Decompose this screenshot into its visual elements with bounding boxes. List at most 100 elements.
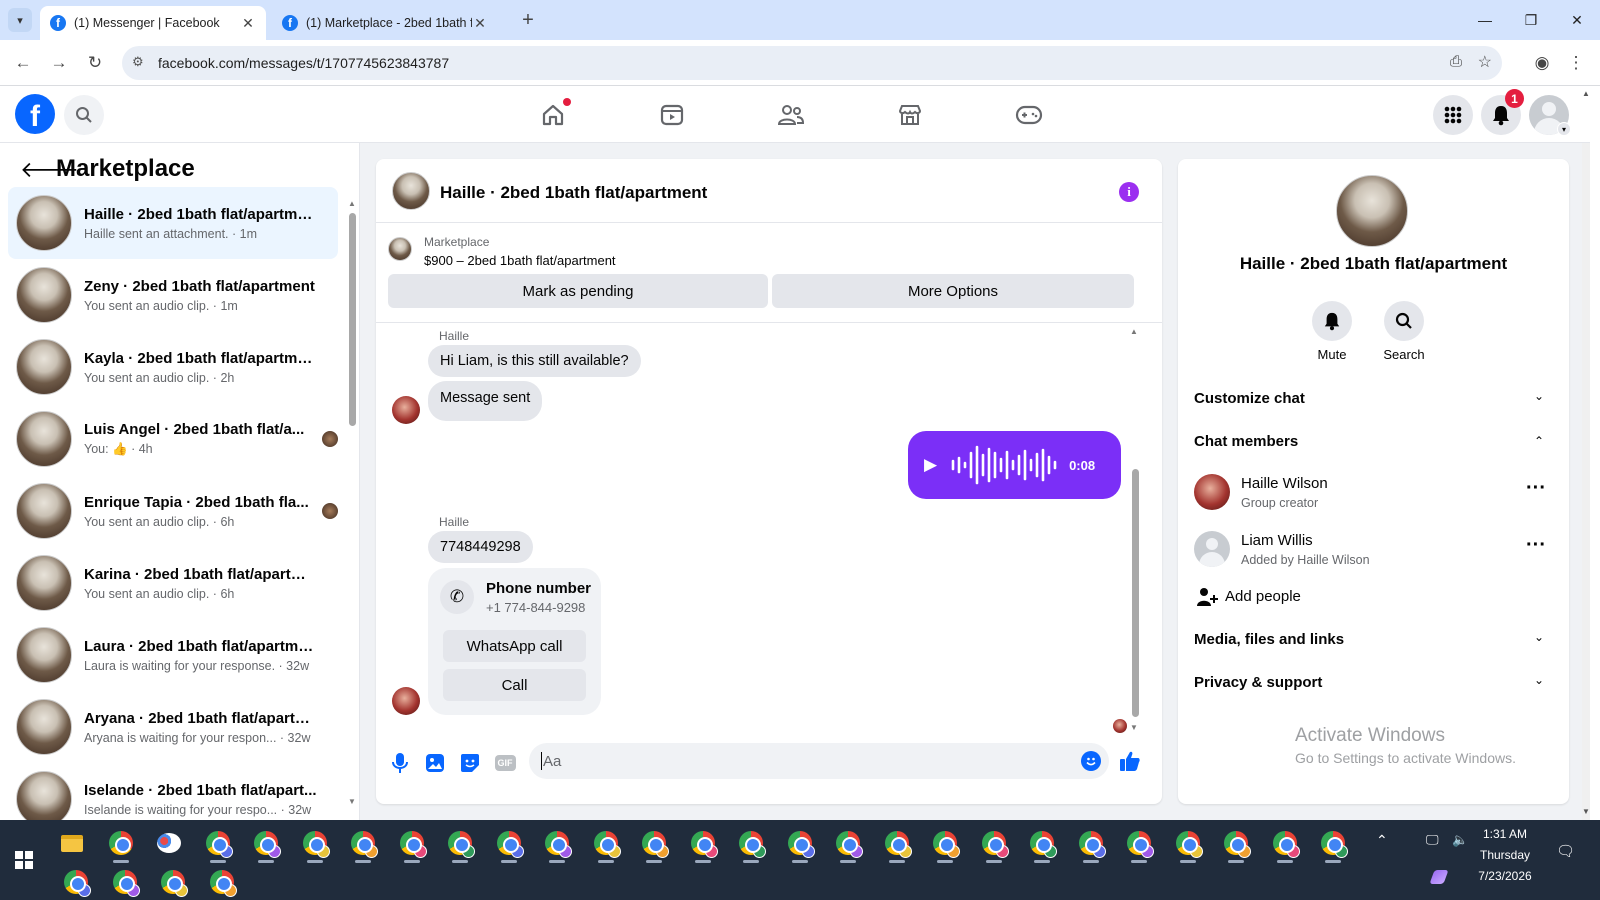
more-options-icon[interactable]: ··· <box>1526 477 1546 500</box>
chrome-icon[interactable] <box>198 823 238 863</box>
start-windows-icon[interactable] <box>4 840 44 880</box>
thread-scroll-down[interactable]: ▼ <box>1130 723 1138 732</box>
emoji-icon[interactable] <box>1081 751 1101 771</box>
chrome-icon[interactable] <box>925 823 965 863</box>
gaming-icon[interactable] <box>973 87 1085 143</box>
tab-messenger[interactable]: f (1) Messenger | Facebook ✕ <box>40 6 266 40</box>
account-chevron-icon[interactable]: ▾ <box>1557 122 1571 136</box>
play-icon[interactable]: ▶ <box>924 455 937 475</box>
chrome-icon[interactable] <box>1119 823 1159 863</box>
sidebar-scrollbar[interactable]: ▲ ▼ <box>348 199 356 809</box>
thread-scroll-up[interactable]: ▲ <box>1130 327 1138 336</box>
chrome-icon[interactable] <box>731 823 771 863</box>
forward-icon[interactable]: → <box>45 49 73 77</box>
conversation-item[interactable]: Laura · 2bed 1bath flat/apartment Laura i… <box>8 619 338 691</box>
file-explorer-icon[interactable] <box>52 823 92 863</box>
home-icon[interactable] <box>497 87 609 143</box>
chrome-icon[interactable] <box>1265 823 1305 863</box>
chrome-icon[interactable] <box>1168 823 1208 863</box>
chrome-icon[interactable] <box>780 823 820 863</box>
message-bubble[interactable]: Message sent <box>428 381 543 421</box>
mark-pending-button[interactable]: Mark as pending <box>388 274 768 308</box>
photo-icon[interactable] <box>421 749 449 777</box>
chrome-icon[interactable] <box>489 823 529 863</box>
bookmark-star-icon[interactable]: ☆ <box>1478 52 1492 72</box>
minimize-button[interactable]: — <box>1462 0 1508 40</box>
listing-price[interactable]: $900 – 2bed 1bath flat/apartment <box>424 253 616 268</box>
media-files-row[interactable]: Media, files and links ⌄ <box>1186 620 1561 660</box>
chrome-icon[interactable] <box>828 823 868 863</box>
clock[interactable]: 1:31 AM Thursday 7/23/2026 <box>1460 824 1550 887</box>
more-options-button[interactable]: More Options <box>772 274 1134 308</box>
message-input[interactable]: Aa <box>529 743 1109 779</box>
member-row[interactable]: Haille Wilson Group creator ··· <box>1186 465 1561 519</box>
friends-icon[interactable] <box>735 87 847 143</box>
restore-button[interactable]: ❐ <box>1508 0 1554 40</box>
new-tab-button[interactable]: + <box>514 8 542 32</box>
chrome-icon[interactable] <box>1216 823 1256 863</box>
chrome-icon[interactable] <box>440 823 480 863</box>
thread-scrollbar[interactable] <box>1132 469 1139 717</box>
privacy-support-row[interactable]: Privacy & support ⌄ <box>1186 663 1561 703</box>
tab-close-icon[interactable]: ✕ <box>240 15 256 32</box>
chrome-icon[interactable] <box>343 823 383 863</box>
chat-title[interactable]: Haille · 2bed 1bath flat/apartment <box>440 183 707 203</box>
chrome-icon[interactable] <box>202 862 242 900</box>
marketplace-icon[interactable] <box>854 87 966 143</box>
call-button[interactable]: Call <box>443 669 586 701</box>
network-icon[interactable]: 🖵 <box>1426 832 1439 848</box>
notifications-bell-icon[interactable]: 1 <box>1481 89 1524 135</box>
chat-members-row[interactable]: Chat members ⌃ <box>1186 422 1561 462</box>
back-icon[interactable]: ← <box>9 49 37 77</box>
like-thumb-icon[interactable] <box>1116 747 1144 775</box>
whatsapp-call-button[interactable]: WhatsApp call <box>443 630 586 662</box>
sticker-icon[interactable] <box>456 749 484 777</box>
chat-thumbnail[interactable] <box>392 172 430 210</box>
message-bubble[interactable]: Hi Liam, is this still available? <box>428 345 641 377</box>
chrome-icon[interactable] <box>246 823 286 863</box>
menu-grid-icon[interactable] <box>1433 95 1473 135</box>
chrome-icon[interactable] <box>105 862 145 900</box>
conversation-item[interactable]: Enrique Tapia · 2bed 1bath fla... You sen… <box>8 475 338 547</box>
conversation-item[interactable]: Zeny · 2bed 1bath flat/apartment You sent… <box>8 259 338 331</box>
chrome-icon[interactable] <box>683 823 723 863</box>
message-bubble[interactable]: 7748449298 <box>428 531 533 563</box>
chrome-icon[interactable] <box>537 823 577 863</box>
show-hidden-icons-icon[interactable]: ⌃ <box>1376 832 1388 849</box>
address-bar[interactable]: ⚙ facebook.com/messages/t/17077456238437… <box>122 46 1502 80</box>
haille-avatar[interactable] <box>392 396 420 424</box>
install-app-icon[interactable]: ⎙ <box>1450 53 1462 70</box>
browser-menu-icon[interactable]: ⋮ <box>1562 49 1590 77</box>
chrome-icon[interactable] <box>56 862 96 900</box>
chrome-icon[interactable] <box>101 823 141 863</box>
tab-close-icon[interactable]: ✕ <box>472 15 488 32</box>
tab-search-icon[interactable]: ▾ <box>8 8 32 32</box>
chrome-icon[interactable] <box>634 823 674 863</box>
profile-icon[interactable]: ◉ <box>1528 49 1556 77</box>
video-icon[interactable] <box>616 87 728 143</box>
listing-thumbnail[interactable] <box>388 237 412 261</box>
chrome-icon[interactable] <box>1313 823 1353 863</box>
customize-chat-row[interactable]: Customize chat ⌄ <box>1186 379 1561 419</box>
reload-icon[interactable]: ↻ <box>81 49 109 77</box>
search-icon[interactable] <box>64 95 104 135</box>
notification-center-icon[interactable]: 🗨 <box>1556 842 1575 860</box>
chrome-icon[interactable] <box>392 823 432 863</box>
details-thumbnail[interactable] <box>1336 175 1408 247</box>
chrome-icon[interactable] <box>877 823 917 863</box>
haille-avatar[interactable] <box>392 687 420 715</box>
chrome-icon[interactable] <box>295 823 335 863</box>
add-people-row[interactable]: Add people <box>1186 577 1561 617</box>
page-scrollbar[interactable]: ▲ ▼ <box>1582 89 1590 820</box>
info-icon[interactable]: i <box>1119 182 1139 202</box>
site-settings-icon[interactable]: ⚙ <box>132 54 144 70</box>
audio-message[interactable]: ▶ 0:08 <box>908 431 1121 499</box>
paint-app-icon[interactable] <box>149 823 189 863</box>
conversation-item[interactable]: Luis Angel · 2bed 1bath flat/a... You: 👍 … <box>8 403 338 475</box>
chrome-icon[interactable] <box>1022 823 1062 863</box>
conversation-item[interactable]: Karina · 2bed 1bath flat/apartme... You s… <box>8 547 338 619</box>
more-options-icon[interactable]: ··· <box>1526 534 1546 557</box>
chrome-icon[interactable] <box>974 823 1014 863</box>
member-row[interactable]: Liam Willis Added by Haille Wilson ··· <box>1186 522 1561 576</box>
chrome-icon[interactable] <box>153 862 193 900</box>
